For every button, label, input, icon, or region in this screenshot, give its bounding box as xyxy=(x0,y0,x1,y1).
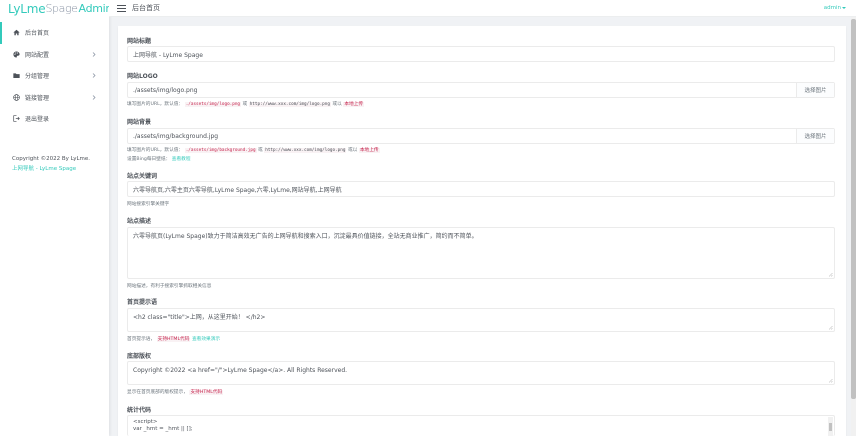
help-text: 或以 xyxy=(332,102,342,107)
keywords-help: 网站搜索引擎关键字 xyxy=(127,202,170,207)
app-logo[interactable]: LyLme Spage Admin xyxy=(0,0,112,17)
logo-text-spage: Spage xyxy=(45,2,78,15)
site-bg-input-group: ./assets/img/background.jpg 选择图片 xyxy=(127,128,835,144)
resize-handle-icon[interactable] xyxy=(828,272,833,277)
sidebar-item-label: 退出登录 xyxy=(25,116,50,124)
chevron-right-icon xyxy=(92,94,96,100)
sidebar-item-label: 后台首页 xyxy=(25,30,50,38)
help-code-default: ./assets/img/logo.png xyxy=(184,102,242,107)
page-title: 后台首页 xyxy=(132,4,160,12)
html-support-badge: 支持HTML代码 xyxy=(189,390,224,395)
description-value: 六零导航页(LyLme Spage)致力于简洁高效无广告的上网导航和搜索入口，沉… xyxy=(133,233,478,240)
chevron-right-icon xyxy=(92,73,96,78)
site-bg-label: 网站背景 xyxy=(127,119,152,126)
sidebar-item-site-config[interactable]: 网站配置 xyxy=(0,44,109,66)
scrollbar-thumb[interactable] xyxy=(851,19,856,399)
bing-wallpaper-help: 设置Bing每日壁纸： 查看教程 xyxy=(127,156,191,162)
html-support-badge: 支持HTML代码 xyxy=(156,337,191,342)
description-help: 网站描述，有利于搜索引擎抓取相关信息 xyxy=(127,284,212,289)
sidebar-item-logout[interactable]: 退出登录 xyxy=(0,108,109,130)
footer-label: 底部版权 xyxy=(127,353,152,360)
menu-toggle-icon[interactable] xyxy=(117,4,126,12)
view-tutorial-link[interactable]: 查看教程 xyxy=(172,157,191,162)
help-code-default: ./assets/img/background.jpg xyxy=(184,148,257,153)
topbar: 后台首页 admin xyxy=(109,0,856,17)
stats-textarea[interactable]: <script> var _hmt = _hmt || []; xyxy=(127,415,835,436)
help-text: 或 xyxy=(242,102,248,107)
globe-icon xyxy=(12,93,20,101)
username: admin xyxy=(823,5,841,11)
help-text: 显示在首页底部的版权提示， xyxy=(127,390,188,395)
view-demo-link[interactable]: 查看效果演示 xyxy=(192,337,220,342)
help-text: 首页提示语， xyxy=(127,337,156,342)
help-text: 或以 xyxy=(347,148,358,153)
help-code-example: http://www.xxx.com/img/logo.png xyxy=(264,148,347,153)
footer-textarea[interactable]: Copyright ©2022 <a href="/">LyLme Spage<… xyxy=(127,361,835,385)
stats-code-line: var _hmt = _hmt || []; xyxy=(133,426,193,432)
home-tip-textarea[interactable]: <h2 class="title">上网，从这里开始！ </h2> xyxy=(127,308,835,332)
site-logo-label: 网站LOGO xyxy=(127,73,158,80)
site-logo-input-group: ./assets/img/logo.png 选择图片 xyxy=(127,82,835,98)
copyright-link[interactable]: 上网导航 - LyLme Spage xyxy=(12,164,90,174)
sidebar-item-label: 分组管理 xyxy=(25,73,50,81)
resize-handle-icon[interactable] xyxy=(828,325,833,330)
help-text: 或 xyxy=(258,148,263,153)
resize-handle-icon[interactable] xyxy=(828,378,833,383)
local-upload-link[interactable]: 本地上传 xyxy=(358,148,380,153)
sidebar-item-label: 链接管理 xyxy=(25,94,50,102)
footer-help: 显示在首页底部的版权提示， 支持HTML代码 xyxy=(127,389,224,395)
local-upload-link[interactable]: 本地上传 xyxy=(343,102,365,107)
choose-bg-button[interactable]: 选择图片 xyxy=(796,129,834,143)
page-scrollbar[interactable] xyxy=(851,17,856,436)
user-menu[interactable]: admin xyxy=(824,5,846,11)
logo-text-lylme: LyLme xyxy=(8,1,46,16)
chevron-right-icon xyxy=(92,51,96,57)
site-logo-input[interactable]: ./assets/img/logo.png xyxy=(133,87,197,94)
copyright-text: Copyright ©2022 By LyLme. xyxy=(12,156,91,162)
site-title-label: 网站标题 xyxy=(127,38,152,45)
keywords-label: 站点关键词 xyxy=(127,173,158,180)
description-label: 站点描述 xyxy=(127,218,152,225)
home-icon xyxy=(12,29,20,37)
palette-icon xyxy=(12,50,20,58)
sidebar: LyLme Spage Admin 后台首页 网站配置 分组管理 链接管理 退出… xyxy=(0,0,112,436)
sidebar-item-group-manage[interactable]: 分组管理 xyxy=(0,65,109,87)
home-tip-value: <h2 class="title">上网，从这里开始！ </h2> xyxy=(133,314,266,321)
keywords-input[interactable]: 六零导航页,六零主页六零导航,LyLme Spage,六零,LyLme,网站导航… xyxy=(127,181,835,197)
caret-down-icon xyxy=(842,7,846,9)
sidebar-item-link-manage[interactable]: 链接管理 xyxy=(0,87,109,109)
sidebar-nav: 后台首页 网站配置 分组管理 链接管理 退出登录 xyxy=(0,22,109,130)
site-bg-input[interactable]: ./assets/img/background.jpg xyxy=(133,133,218,140)
help-code-example: http://www.xxx.com/img/logo.png xyxy=(248,102,331,107)
help-text: 填写图片的URL，默认值： xyxy=(127,102,184,107)
home-tip-help: 首页提示语， 支持HTML代码 查看效果演示 xyxy=(127,336,220,342)
textarea-scrollbar[interactable] xyxy=(828,417,833,436)
sidebar-item-label: 网站配置 xyxy=(25,51,50,59)
site-bg-help: 填写图片的URL，默认值： ./assets/img/background.jp… xyxy=(127,147,380,153)
logo-text-admin: Admin xyxy=(78,2,113,15)
help-text: 填写图片的URL，默认值： xyxy=(127,148,184,153)
folder-icon xyxy=(12,72,20,80)
site-logo-help: 填写图片的URL，默认值： ./assets/img/logo.png 或 ht… xyxy=(127,101,365,107)
site-title-input[interactable]: 上网导航 - LyLme Spage xyxy=(127,46,835,62)
help-text: 设置Bing每日壁纸： xyxy=(127,157,171,162)
stats-code-line: <script> xyxy=(133,419,158,425)
description-textarea[interactable]: 六零导航页(LyLme Spage)致力于简洁高效无广告的上网导航和搜索入口，沉… xyxy=(127,227,835,279)
footer-value: Copyright ©2022 <a href="/">LyLme Spage<… xyxy=(133,367,348,374)
stats-label: 统计代码 xyxy=(127,407,152,414)
logout-icon xyxy=(12,115,20,123)
sidebar-copyright: Copyright ©2022 By LyLme. 上网导航 - LyLme S… xyxy=(12,154,90,174)
home-tip-label: 首页提示语 xyxy=(127,299,158,306)
sidebar-item-home[interactable]: 后台首页 xyxy=(0,22,109,44)
choose-logo-button[interactable]: 选择图片 xyxy=(796,83,834,97)
